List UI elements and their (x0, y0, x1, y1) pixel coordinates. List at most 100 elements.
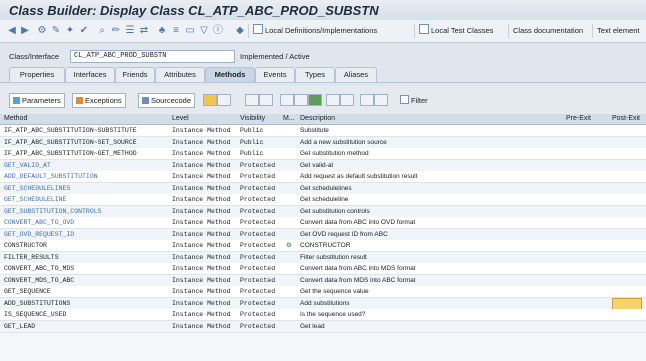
find-next-icon[interactable] (340, 94, 354, 106)
column-description[interactable]: Description (300, 115, 335, 122)
table-row[interactable]: ADD_DEFAULT_SUBSTITUTION Instance Method P… (0, 171, 646, 183)
method-cell: GET_SEQUENCE (4, 288, 51, 295)
info-icon[interactable]: ⓘ (212, 25, 224, 37)
level-cell: Instance Method (172, 230, 231, 238)
sort-icon[interactable] (308, 94, 322, 106)
method-cell: IF_ATP_ABC_SUBSTITUTION~SET_SOURCE (4, 138, 137, 146)
visibility-cell: Protected (240, 219, 276, 226)
filter-label: Filter (411, 96, 428, 105)
level-cell: Instance Method (172, 288, 231, 295)
visibility-cell: Protected (240, 207, 276, 215)
visibility-cell: Protected (240, 322, 276, 330)
exceptions-label: Exceptions (85, 96, 122, 105)
tab-methods[interactable]: Methods (205, 67, 255, 82)
cut-icon[interactable] (245, 94, 259, 106)
sourcecode-button[interactable]: Sourcecode (138, 93, 196, 108)
tab-properties[interactable]: Properties (9, 67, 65, 82)
layout-icon[interactable]: ▭ (184, 25, 196, 37)
description-cell: Filter substitution result (300, 253, 367, 261)
exceptions-button[interactable]: Exceptions (72, 93, 126, 108)
method-cell: ADD_DEFAULT_SUBSTITUTION (4, 173, 98, 180)
other-object-icon[interactable]: ⚙ (36, 25, 48, 37)
navigate-icon[interactable]: ⇄ (138, 25, 150, 37)
column-level[interactable]: Level (172, 115, 189, 122)
class-icon[interactable]: ◆ (234, 25, 246, 37)
visibility-cell: Public (240, 138, 264, 146)
tab-types[interactable]: Types (295, 67, 335, 82)
method-cell: ADD_SUBSTITUTIONS (4, 299, 71, 307)
tab-interfaces[interactable]: Interfaces (65, 67, 115, 82)
undo-icon[interactable] (294, 94, 308, 106)
table-row[interactable]: FILTER_RESULTS Instance Method Protected Fi… (0, 251, 646, 264)
pencil-icon[interactable]: ✏ (110, 25, 122, 37)
where-used-icon[interactable]: ⌕ (96, 25, 108, 37)
level-cell: Instance Method (172, 322, 231, 330)
parameters-button[interactable]: Parameters (9, 93, 65, 108)
table-row[interactable]: IF_ATP_ABC_SUBSTITUTION~GET_METHOD Instan… (0, 148, 646, 160)
methods-panel: Parameters Exceptions Sourcecode Filter … (0, 86, 646, 361)
column-modeled[interactable]: M... (283, 115, 295, 122)
table-row[interactable]: GET_OVD_REQUEST_ID Instance Method Protect… (0, 228, 646, 241)
method-cell: CONSTRUCTOR (4, 242, 47, 249)
class-documentation-button[interactable]: Class documentation (508, 24, 583, 38)
table-row[interactable]: IF_ATP_ABC_SUBSTITUTION~SET_SOURCE Instan… (0, 136, 646, 149)
column-pre-exit[interactable]: Pre-Exit (566, 115, 591, 122)
level-cell: Instance Method (172, 127, 231, 134)
local-test-classes-label: Local Test Classes (431, 26, 494, 35)
find-icon[interactable] (326, 94, 340, 106)
table-row[interactable]: IF_ATP_ABC_SUBSTITUTION~SUBSTITUTE Instan… (0, 125, 646, 137)
table-row[interactable]: IS_SEQUENCE_USED Instance Method Protected… (0, 309, 646, 321)
tab-aliases[interactable]: Aliases (335, 67, 377, 82)
tab-events[interactable]: Events (255, 67, 295, 82)
table-row[interactable]: CONVERT_ABC_TO_MDS Instance Method Protect… (0, 263, 646, 275)
level-cell: Instance Method (172, 265, 231, 272)
method-cell: CONVERT_ABC_TO_MDS (4, 265, 75, 272)
filter-icon[interactable]: ▽ (198, 25, 210, 37)
table-row[interactable]: GET_SUBSTITUTION_CONTROLS Instance Method… (0, 205, 646, 218)
layout-settings-icon[interactable] (374, 94, 388, 106)
description-cell: Add request as default substitution resu… (300, 173, 418, 180)
table-row[interactable]: GET_SCHEDULELINES Instance Method Protecte… (0, 182, 646, 195)
visibility-cell: Protected (240, 265, 276, 272)
forward-icon[interactable]: ▶ (19, 25, 31, 37)
post-exit-icon[interactable] (612, 297, 642, 310)
local-test-classes-button[interactable]: Local Test Classes (414, 24, 493, 38)
table-row[interactable]: GET_SEQUENCE Instance Method Protected Get … (0, 286, 646, 298)
description-cell: Get lead (300, 322, 325, 330)
description-cell: Get schedulelines (300, 184, 352, 192)
delete-row-icon[interactable] (217, 94, 231, 106)
back-icon[interactable]: ◀ (6, 25, 18, 37)
table-row[interactable]: CONSTRUCTOR Instance Method Protected CONST… (0, 240, 646, 252)
table-row[interactable]: CONVERT_ABC_TO_OVD Instance Method Protect… (0, 217, 646, 229)
hierarchy-icon[interactable]: ♣ (156, 25, 168, 37)
filter-checkbox[interactable]: Filter (400, 95, 428, 105)
detail-view-icon[interactable] (360, 94, 374, 106)
method-cell: IS_SEQUENCE_USED (4, 311, 67, 318)
column-visibility[interactable]: Visibility (240, 115, 265, 122)
column-post-exit[interactable]: Post-Exit (612, 115, 640, 122)
pattern-icon[interactable]: ≡ (170, 25, 182, 37)
tab-friends[interactable]: Friends (115, 67, 155, 82)
local-definitions-button[interactable]: Local Definitions/Implementations (248, 24, 377, 38)
table-row[interactable]: ADD_SUBSTITUTIONS Instance Method Protecte… (0, 297, 646, 310)
object-list-icon[interactable]: ☰ (124, 25, 136, 37)
tab-attributes[interactable]: Attributes (155, 67, 205, 82)
description-cell: Get OVD request ID from ABC (300, 230, 388, 238)
table-row[interactable]: CONVERT_MDS_TO_ABC Instance Method Protect… (0, 274, 646, 287)
paste-icon[interactable] (280, 94, 294, 106)
table-row[interactable]: GET_LEAD Instance Method Protected Get lead (0, 320, 646, 333)
visibility-cell: Protected (240, 299, 276, 307)
table-row[interactable]: GET_SCHEDULELINE Instance Method Protected… (0, 194, 646, 206)
text-elements-button[interactable]: Text element (592, 24, 640, 38)
method-cell: FILTER_RESULTS (4, 253, 59, 261)
column-method[interactable]: Method (4, 115, 27, 122)
activate-icon[interactable]: ✦ (64, 25, 76, 37)
class-interface-label: Class/Interface (9, 52, 60, 61)
table-row[interactable]: GET_VALID_AT Instance Method Protected Get … (0, 159, 646, 172)
filter-checkbox-box[interactable] (400, 95, 409, 104)
display-change-icon[interactable]: ✎ (50, 25, 62, 37)
copy-icon[interactable] (259, 94, 273, 106)
check-icon[interactable]: ✔ (78, 25, 90, 37)
insert-row-icon[interactable] (203, 94, 217, 106)
class-interface-field[interactable]: CL_ATP_ABC_PROD_SUBSTN (70, 50, 235, 63)
